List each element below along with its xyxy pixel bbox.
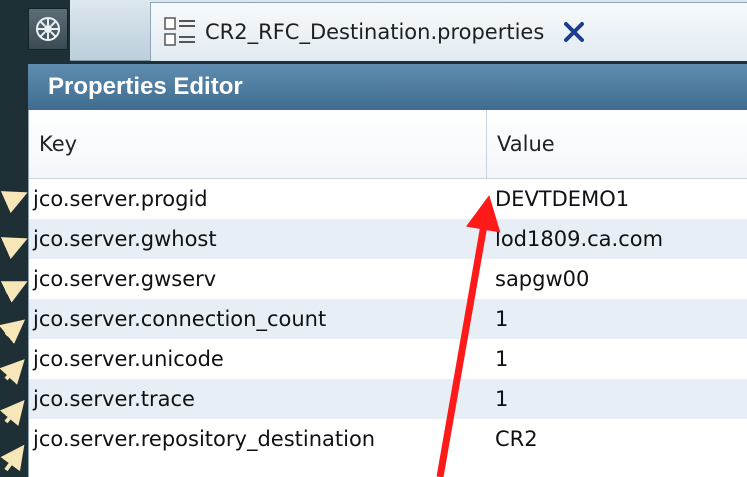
property-value[interactable]: lod1809.ca.com (487, 227, 747, 251)
aperture-icon[interactable] (28, 8, 68, 50)
property-key[interactable]: jco.server.repository_destination (29, 427, 487, 451)
pointer-arrow-icon (0, 281, 28, 303)
column-header-key[interactable]: Key (29, 110, 487, 178)
table-row[interactable]: jco.server.connection_count 1 (29, 299, 747, 339)
property-key[interactable]: jco.server.trace (29, 387, 487, 411)
column-header-value[interactable]: Value (487, 110, 747, 178)
table-row[interactable]: jco.server.gwhost lod1809.ca.com (29, 219, 747, 259)
table-row[interactable]: jco.server.gwserv sapgw00 (29, 259, 747, 299)
pointer-arrow-icon (0, 399, 25, 427)
property-value[interactable]: DEVTDEMO1 (487, 187, 747, 211)
property-value[interactable]: CR2 (487, 427, 747, 451)
table-row[interactable]: jco.server.progid DEVTDEMO1 (29, 179, 747, 219)
properties-file-icon (164, 17, 195, 46)
pointer-arrow-icon (0, 444, 25, 472)
close-icon[interactable] (562, 20, 586, 44)
editor-title-bar: Properties Editor (28, 64, 747, 110)
pointer-arrow-icon (0, 237, 28, 260)
editor-title: Properties Editor (48, 73, 243, 100)
editor-tab-bar: CR2_RFC_Destination.properties (70, 0, 747, 61)
tab-properties-file[interactable]: CR2_RFC_Destination.properties (150, 2, 747, 61)
table-row[interactable]: jco.server.unicode 1 (29, 339, 747, 379)
property-key[interactable]: jco.server.unicode (29, 347, 487, 371)
tab-title: CR2_RFC_Destination.properties (205, 20, 545, 44)
property-value[interactable]: 1 (487, 387, 747, 411)
property-value[interactable]: 1 (487, 347, 747, 371)
property-key[interactable]: jco.server.connection_count (29, 307, 487, 331)
table-row[interactable]: jco.server.repository_destination CR2 (29, 419, 747, 459)
pointer-arrow-icon (0, 191, 28, 214)
pointer-arrow-icon (0, 359, 25, 385)
property-key[interactable]: jco.server.gwhost (29, 227, 487, 251)
property-value[interactable]: 1 (487, 307, 747, 331)
pointer-arrow-icon (0, 319, 26, 344)
property-value[interactable]: sapgw00 (487, 267, 747, 291)
table-row[interactable]: jco.server.trace 1 (29, 379, 747, 419)
property-key[interactable]: jco.server.progid (29, 187, 487, 211)
table-header: Key Value (29, 110, 747, 179)
property-key[interactable]: jco.server.gwserv (29, 267, 487, 291)
properties-table: Key Value jco.server.progid DEVTDEMO1 jc… (28, 110, 747, 477)
